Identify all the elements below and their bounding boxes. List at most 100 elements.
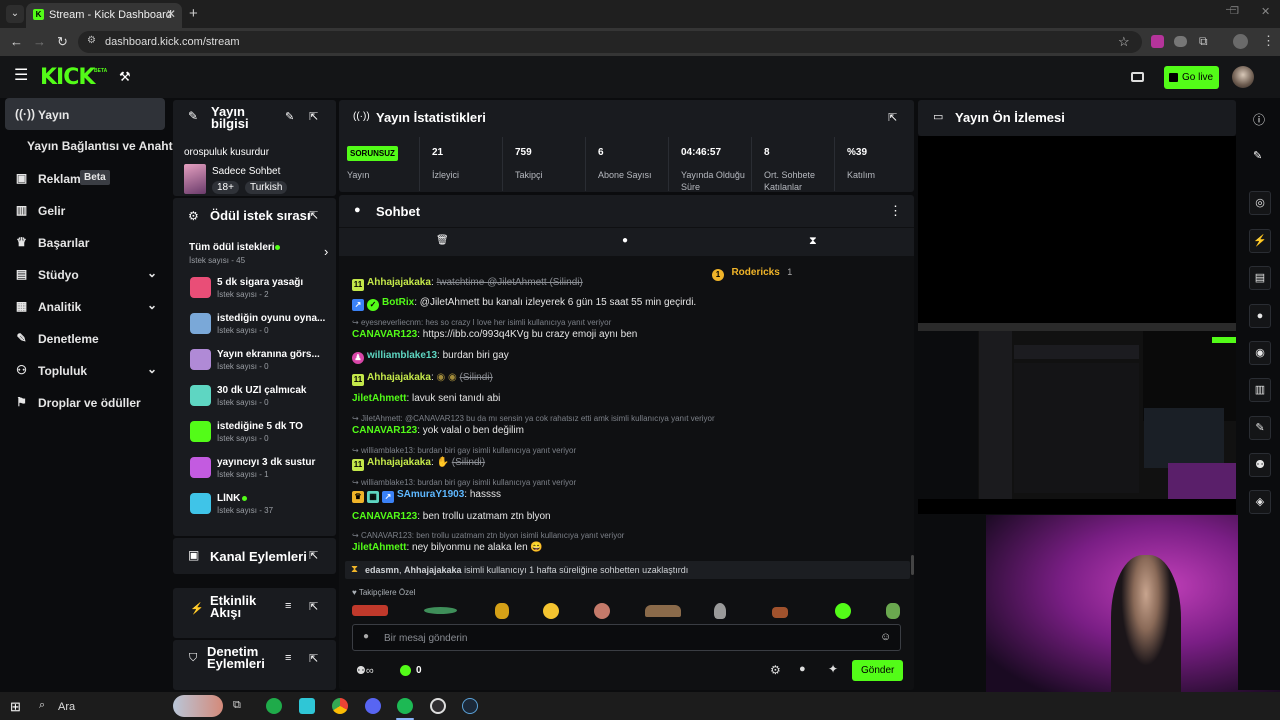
tag-18plus[interactable]: 18+ xyxy=(212,181,239,194)
popout-icon[interactable]: ⇱ xyxy=(309,652,318,665)
sidebar-item-gelir[interactable]: ▥ Gelir xyxy=(5,195,165,225)
sidebar-item-topluluk[interactable]: ⚇ Topluluk ⌄ xyxy=(5,355,165,385)
sidebar-item-droplar[interactable]: ⚑ Droplar ve ödüller xyxy=(5,387,165,417)
reload-icon[interactable]: ↻ xyxy=(57,34,68,50)
puzzle-icon[interactable]: ✦ xyxy=(828,662,838,676)
studio-mode-icon[interactable] xyxy=(1131,72,1144,82)
browser-tab[interactable]: K Stream - Kick Dashboard ✕ xyxy=(26,3,182,28)
reward-item[interactable]: istediğine 5 dk TO İstek sayısı - 0 › xyxy=(186,421,334,453)
chat-message[interactable]: CANAVAR123: yok valal o ben değilim xyxy=(352,425,524,436)
sidebar-item-yayin[interactable]: ((·)) Yayın xyxy=(5,98,165,130)
popout-icon[interactable]: ⇱ xyxy=(309,209,318,222)
reward-item[interactable]: yayıncıyı 3 dk sustur İstek sayısı - 1 › xyxy=(186,457,334,489)
chat-message[interactable]: ♛ ▦ ↗ SAmuraY1903: hassss xyxy=(352,489,501,503)
creator-tools-icon[interactable]: ⚒ xyxy=(119,69,131,85)
new-tab-button[interactable]: + xyxy=(189,5,198,22)
emote-icon[interactable] xyxy=(594,603,610,619)
chat-bubble-icon[interactable]: ● xyxy=(799,663,806,675)
predictions-button[interactable]: ◈ xyxy=(1249,490,1271,514)
chat-message[interactable]: 11 Ahhajajakaka: ✋ (Silindi) xyxy=(352,457,485,471)
spotify-icon[interactable] xyxy=(397,698,413,714)
address-bar[interactable]: ⚙ dashboard.kick.com/stream ☆ xyxy=(78,31,1142,53)
stream-button[interactable]: ◉ xyxy=(1249,341,1271,365)
tab-close-icon[interactable]: ✕ xyxy=(166,7,176,21)
notes-button[interactable]: ▤ xyxy=(1249,266,1271,290)
reward-item[interactable]: istediğin oyunu oyna... İstek sayısı - 0… xyxy=(186,313,334,345)
sidebar-item-studyo[interactable]: ▤ Stüdyo ⌄ xyxy=(5,259,165,289)
telegram-icon[interactable] xyxy=(266,698,282,714)
sidebar-item-stream-key[interactable]: Yayın Bağlantısı ve Anahtarı xyxy=(5,131,187,161)
emote-icon[interactable] xyxy=(495,603,509,619)
lightning-button[interactable]: ⚡ xyxy=(1249,229,1271,253)
edit-pencil-icon[interactable]: ✎ xyxy=(285,110,294,123)
emote-icon[interactable] xyxy=(714,603,726,619)
chat-message[interactable]: ↗ ✓ BotRix: @JiletAhmett bu kanalı izleyer… xyxy=(352,297,696,311)
site-info-icon[interactable]: ⚙ xyxy=(87,35,96,46)
community-button[interactable]: ⚉ xyxy=(1249,453,1271,477)
reply-context[interactable]: ↪ eyesneverliecnm: hes so crazy I love h… xyxy=(352,318,611,327)
chat-input[interactable]: ● Bir mesaj gönderin ☺ xyxy=(352,624,901,651)
extension-icon[interactable] xyxy=(1151,35,1164,48)
chat-message[interactable]: ♟ williamblake13: burdan biri gay xyxy=(352,350,509,364)
chatter-icon[interactable]: ⚉∞ xyxy=(356,664,374,677)
sidebar-item-reklam[interactable]: ▣ Reklam Beta xyxy=(5,163,165,193)
app-icon[interactable] xyxy=(299,698,315,714)
chat-message[interactable]: CANAVAR123: https://ibb.co/993q4KVg bu c… xyxy=(352,329,637,340)
discord-icon[interactable] xyxy=(365,698,381,714)
chat-menu-icon[interactable]: ⋮ xyxy=(889,203,902,219)
chat-message[interactable]: CANAVAR123: ben trollu uzatmam ztn blyon xyxy=(352,511,551,522)
emote-icon[interactable] xyxy=(352,605,388,616)
close-window-icon[interactable]: ✕ xyxy=(1261,5,1270,18)
chat-icon[interactable]: ● xyxy=(622,235,628,246)
chrome-icon[interactable] xyxy=(332,698,348,714)
emote-icon[interactable] xyxy=(424,607,457,614)
bookmark-star-icon[interactable]: ☆ xyxy=(1118,34,1130,50)
chat-message[interactable]: 11 Ahhajajakaka: !watchtime @JiletAhmett … xyxy=(352,277,583,291)
taskbar-search-text[interactable]: Ara xyxy=(58,701,75,713)
popout-icon[interactable]: ⇱ xyxy=(309,549,318,562)
profile-avatar[interactable] xyxy=(1233,34,1248,49)
windows-start-icon[interactable]: ⊞ xyxy=(10,699,21,715)
popout-icon[interactable]: ⇱ xyxy=(309,110,318,123)
reply-context[interactable]: ↪ williamblake13: burdan biri gay isimli… xyxy=(352,446,576,455)
restore-icon[interactable]: ❐ xyxy=(1230,6,1239,17)
settings-gear-icon[interactable]: ⚙ xyxy=(770,663,781,677)
extension-icon-2[interactable] xyxy=(1174,36,1187,47)
sidebar-item-denetleme[interactable]: ✎ Denetleme xyxy=(5,323,165,353)
reward-item[interactable]: 5 dk sigara yasağı İstek sayısı - 2 › xyxy=(186,277,334,309)
reply-context[interactable]: ↪ JiletAhmett: @CANAVAR123 bu da mı sens… xyxy=(352,414,715,423)
pinned-gifter[interactable]: 1 Rodericks 1 xyxy=(712,262,792,281)
go-live-button[interactable]: Go live xyxy=(1164,66,1219,89)
layout-button[interactable]: ▥ xyxy=(1249,378,1271,402)
hourglass-icon[interactable]: ⧗ xyxy=(809,235,817,248)
reply-context[interactable]: ↪ CANAVAR123: ben trollu uzatmam ztn bly… xyxy=(352,531,624,540)
info-icon[interactable]: ⓘ xyxy=(1253,111,1265,128)
chat-scrollbar[interactable] xyxy=(911,555,914,575)
emote-icon[interactable] xyxy=(886,603,900,619)
tag-turkish[interactable]: Turkish xyxy=(245,181,288,194)
chat-message[interactable]: JiletAhmett: ney bilyonmu ne alaka len 😄 xyxy=(352,542,543,553)
trash-icon[interactable]: 🗑 xyxy=(436,235,449,246)
filter-icon[interactable]: ≡ xyxy=(285,600,291,612)
chat-message[interactable]: JiletAhmett: lavuk seni tanıdı abi xyxy=(352,393,500,404)
popout-icon[interactable]: ⇱ xyxy=(309,600,318,613)
reward-item[interactable]: LİNK İstek sayısı - 37 › xyxy=(186,493,334,525)
task-view-icon[interactable]: ⧉ xyxy=(233,699,241,712)
forward-icon[interactable]: → xyxy=(33,34,46,49)
sidebar-item-basarilar[interactable]: ♛ Başarılar xyxy=(5,227,165,257)
emote-icon[interactable] xyxy=(543,603,559,619)
tab-list-button[interactable]: ⌄ xyxy=(6,5,24,23)
emote-icon[interactable] xyxy=(835,603,851,619)
reward-item[interactable]: 30 dk UZİ çalmıcak İstek sayısı - 0 › xyxy=(186,385,334,417)
search-icon[interactable]: ⌕ xyxy=(39,699,45,712)
extensions-puzzle-icon[interactable]: ⧉ xyxy=(1199,34,1208,49)
steam-icon[interactable] xyxy=(462,698,478,714)
send-button[interactable]: Gönder xyxy=(852,660,903,681)
edit-layout-icon[interactable]: ✎ xyxy=(1253,149,1262,162)
chat-message[interactable]: 11 Ahhajajakaka: ◉ ◉ (Silindi) xyxy=(352,372,493,386)
reward-item[interactable]: Yayın ekranına görs... İstek sayısı - 0 … xyxy=(186,349,334,381)
back-icon[interactable]: ← xyxy=(10,34,23,49)
sidebar-item-analitik[interactable]: ▦ Analitik ⌄ xyxy=(5,291,165,321)
obs-icon[interactable] xyxy=(430,698,446,714)
hamburger-menu-icon[interactable]: ☰ xyxy=(14,68,28,84)
